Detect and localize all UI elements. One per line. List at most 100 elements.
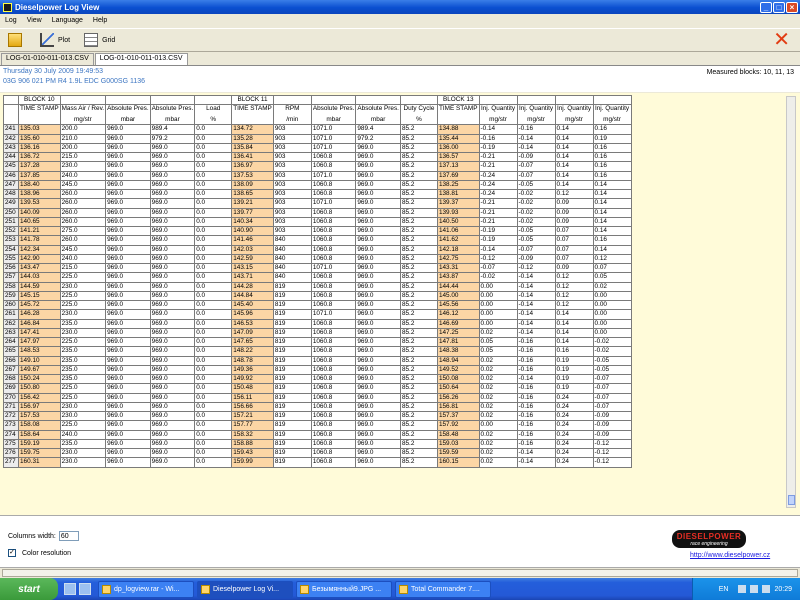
- grid-cell[interactable]: 819: [272, 281, 312, 292]
- grid-cell[interactable]: 1060.8: [310, 272, 357, 283]
- grid-cell[interactable]: 150.48: [231, 383, 274, 394]
- taskbar-item-winrar[interactable]: dp_logview.rar - Wi...: [98, 580, 194, 598]
- grid-cell[interactable]: 138.25: [436, 179, 480, 191]
- grid-cell[interactable]: -0.02: [516, 207, 556, 218]
- grid-cell[interactable]: 139.77: [231, 207, 274, 218]
- grid-cell[interactable]: 0.00: [478, 309, 518, 320]
- grid-cell[interactable]: 903: [272, 188, 312, 200]
- grid-cell[interactable]: 225.0: [59, 336, 107, 348]
- grid-cell[interactable]: 969.0: [105, 151, 151, 163]
- grid-cell[interactable]: 144.28: [231, 281, 274, 292]
- grid-cell[interactable]: 146.28: [18, 309, 61, 320]
- grid-cell[interactable]: 0.00: [592, 318, 632, 329]
- grid-cell[interactable]: 903: [272, 179, 312, 191]
- grid-cell[interactable]: 0.00: [478, 281, 518, 292]
- grid-cell[interactable]: -0.12: [592, 457, 632, 468]
- grid-cell[interactable]: 147.65: [231, 336, 274, 348]
- grid-cell[interactable]: 969.0: [149, 383, 196, 394]
- grid-cell[interactable]: 145.00: [436, 290, 480, 302]
- grid-cell[interactable]: 903: [272, 124, 312, 135]
- grid-cell[interactable]: 969.0: [105, 281, 151, 292]
- grid-cell[interactable]: -0.14: [516, 272, 556, 283]
- grid-cell[interactable]: 235.0: [59, 373, 107, 385]
- grid-cell[interactable]: -0.07: [592, 401, 632, 413]
- grid-cell[interactable]: 144.03: [18, 272, 61, 283]
- column-header[interactable]: Mass Air / Rev. mg/str: [59, 104, 107, 126]
- menu-log[interactable]: Log: [0, 17, 22, 24]
- grid-cell[interactable]: 969.0: [149, 410, 196, 422]
- grid-cell[interactable]: -0.16: [516, 124, 556, 135]
- grid-cell[interactable]: 969.0: [105, 309, 151, 320]
- grid-cell[interactable]: -0.07: [592, 392, 632, 403]
- grid-cell[interactable]: 85.2: [399, 318, 438, 329]
- grid-cell[interactable]: 1060.8: [310, 392, 357, 403]
- grid-cell[interactable]: 1060.8: [310, 383, 357, 394]
- grid-cell[interactable]: 969.0: [355, 179, 401, 191]
- grid-cell[interactable]: 141.62: [436, 235, 480, 246]
- grid-cell[interactable]: 136.16: [18, 142, 61, 154]
- column-header[interactable]: Inj. Quantity mg/str: [478, 104, 518, 126]
- minimize-button[interactable]: _: [760, 1, 772, 13]
- grid-cell[interactable]: 142.34: [18, 244, 61, 255]
- grid-cell[interactable]: 0.16: [592, 124, 632, 135]
- grid-cell[interactable]: 0.16: [592, 161, 632, 172]
- grid-cell[interactable]: 260.0: [59, 198, 107, 209]
- grid-cell[interactable]: 1060.8: [310, 151, 357, 163]
- grid-cell[interactable]: 969.0: [105, 420, 151, 431]
- grid-cell[interactable]: 159.43: [231, 447, 274, 459]
- grid-cell[interactable]: 85.2: [399, 133, 438, 144]
- grid-cell[interactable]: 969.0: [355, 299, 401, 311]
- grid-cell[interactable]: 0.14: [554, 170, 594, 181]
- grid-cell[interactable]: 85.2: [399, 299, 438, 311]
- grid-cell[interactable]: 969.0: [105, 327, 151, 339]
- grid-cell[interactable]: 0.07: [554, 225, 594, 237]
- grid-cell[interactable]: 1071.0: [310, 262, 357, 274]
- grid-cell[interactable]: 0.14: [554, 179, 594, 191]
- grid-cell[interactable]: 969.0: [149, 420, 196, 431]
- grid-cell[interactable]: 0.16: [592, 170, 632, 181]
- grid-cell[interactable]: 141.06: [436, 225, 480, 237]
- grid-cell[interactable]: 230.0: [59, 161, 107, 172]
- grid-cell[interactable]: 969.0: [149, 142, 196, 154]
- grid-cell[interactable]: 969.0: [105, 429, 151, 440]
- grid-cell[interactable]: -0.14: [516, 447, 556, 459]
- grid-cell[interactable]: -0.05: [592, 364, 632, 376]
- grid-cell[interactable]: 85.2: [399, 447, 438, 459]
- grid-cell[interactable]: 0.0: [194, 281, 233, 292]
- grid-cell[interactable]: 139.93: [436, 207, 480, 218]
- column-header[interactable]: TIME STAMP: [231, 104, 274, 126]
- grid-cell[interactable]: 969.0: [149, 318, 196, 329]
- grid-cell[interactable]: 1071.0: [310, 142, 357, 154]
- grid-cell[interactable]: 0.14: [554, 142, 594, 154]
- grid-cell[interactable]: 85.2: [399, 124, 438, 135]
- grid-cell[interactable]: -0.19: [478, 235, 518, 246]
- grid-cell[interactable]: 149.52: [436, 364, 480, 376]
- grid-cell[interactable]: 969.0: [355, 410, 401, 422]
- grid-cell[interactable]: 85.2: [399, 235, 438, 246]
- grid-cell[interactable]: 0.12: [554, 272, 594, 283]
- grid-cell[interactable]: 0.14: [554, 161, 594, 172]
- grid-cell[interactable]: 0.0: [194, 327, 233, 339]
- grid-cell[interactable]: 0.00: [478, 299, 518, 311]
- grid-cell[interactable]: 85.2: [399, 161, 438, 172]
- grid-cell[interactable]: 0.24: [554, 457, 594, 468]
- grid-cell[interactable]: 969.0: [149, 225, 196, 237]
- color-resolution-option[interactable]: ✓ Color resolution: [8, 549, 71, 557]
- grid-cell[interactable]: 969.0: [105, 355, 151, 366]
- grid-cell[interactable]: 0.24: [554, 438, 594, 450]
- grid-cell[interactable]: -0.12: [516, 262, 556, 274]
- grid-cell[interactable]: 969.0: [149, 272, 196, 283]
- grid-cell[interactable]: -0.16: [478, 133, 518, 144]
- grid-cell[interactable]: 142.75: [436, 253, 480, 265]
- grid-cell[interactable]: 969.0: [105, 336, 151, 348]
- grid-cell[interactable]: 0.14: [592, 225, 632, 237]
- grid-cell[interactable]: 230.0: [59, 457, 107, 468]
- menu-view[interactable]: View: [22, 17, 47, 24]
- grid-cell[interactable]: 969.0: [149, 438, 196, 450]
- grid-cell[interactable]: 85.2: [399, 364, 438, 376]
- grid-cell[interactable]: 0.14: [592, 198, 632, 209]
- grid-cell[interactable]: 156.11: [231, 392, 274, 403]
- grid-cell[interactable]: 85.2: [399, 327, 438, 339]
- grid-cell[interactable]: 142.03: [231, 244, 274, 255]
- grid-cell[interactable]: 230.0: [59, 410, 107, 422]
